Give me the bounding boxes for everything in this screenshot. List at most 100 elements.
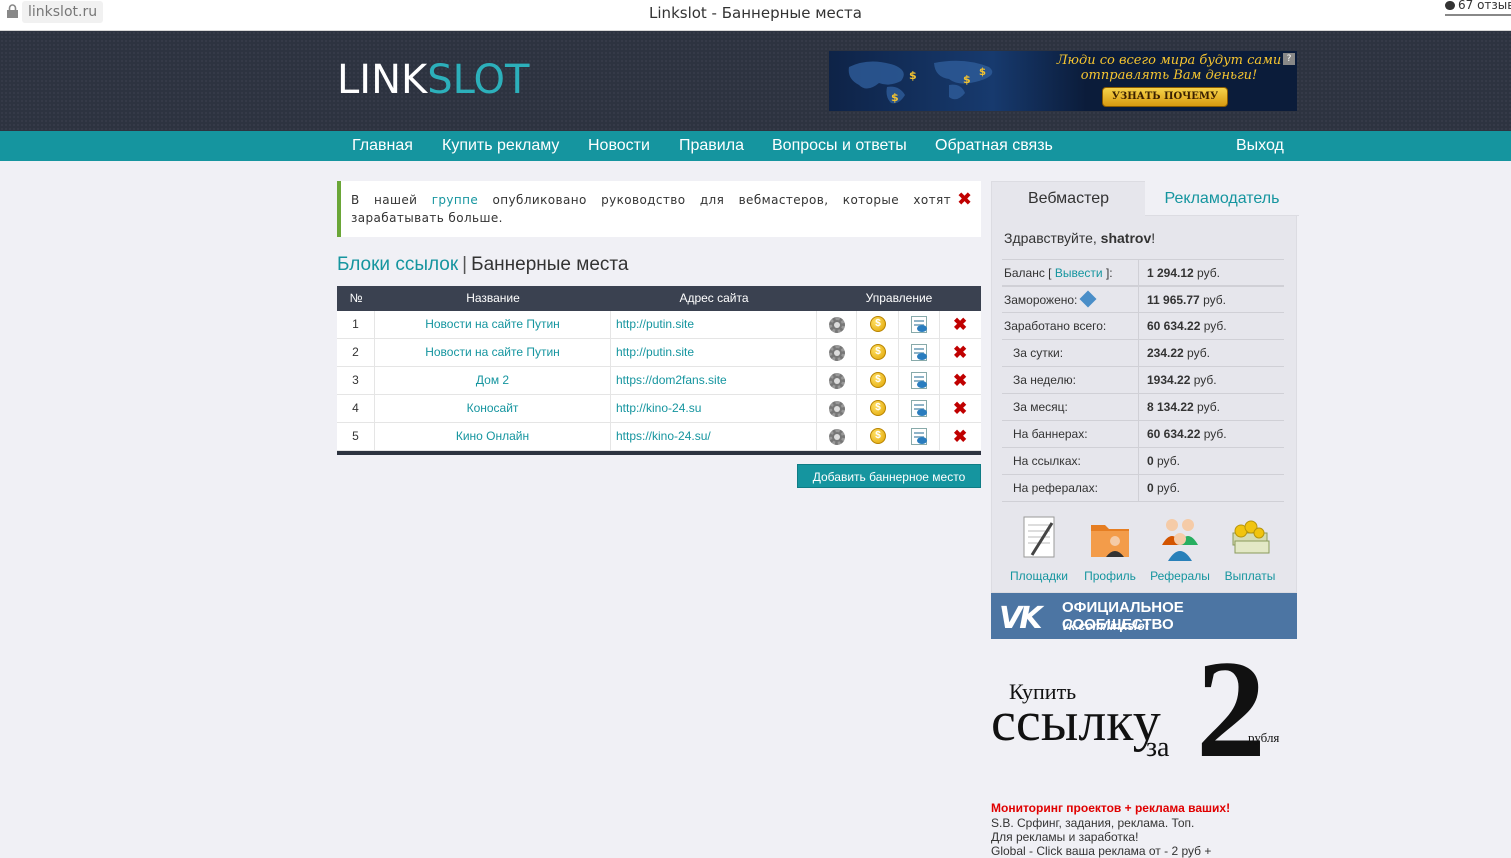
coin-icon: $: [870, 344, 886, 360]
earnings-button[interactable]: $: [857, 423, 899, 450]
earnings-button[interactable]: $: [857, 311, 899, 338]
site-name-link[interactable]: Кино Онлайн: [375, 423, 611, 450]
delete-icon: ✖: [953, 315, 968, 334]
browser-bar: linkslot.ru Linkslot - Баннерные места 6…: [0, 0, 1511, 31]
text-ad-title[interactable]: Мониторинг проектов + реклама ваших!: [991, 801, 1230, 815]
header-ad-banner[interactable]: $ $ $ $ Люди со всего мира будут сами от…: [829, 51, 1297, 111]
stat-unit: руб.: [1183, 346, 1210, 360]
delete-button[interactable]: ✖: [940, 395, 981, 422]
site-header: LINKSLOT $ $ $ $ Люди со всего мира буду…: [0, 31, 1511, 131]
stat-amount: 60 634.22: [1147, 427, 1201, 441]
stat-value: 0 руб.: [1147, 448, 1180, 474]
text-ad-line[interactable]: Global - Click ваша реклама от - 2 руб +: [991, 844, 1211, 858]
settings-button[interactable]: [817, 339, 857, 366]
shortcut-profile[interactable]: Профиль: [1075, 515, 1145, 583]
site-name-link[interactable]: Новости на сайте Путин: [375, 339, 611, 366]
stat-label: На рефералах:: [1013, 475, 1098, 501]
delete-button[interactable]: ✖: [940, 311, 981, 338]
table-row: 5 Кино Онлайн https://kino-24.su/ $ ✖: [337, 423, 981, 451]
gear-icon: [829, 345, 845, 361]
stat-amount: 1934.22: [1147, 373, 1191, 387]
greeting: Здравствуйте, shatrov!: [1004, 230, 1155, 246]
nav-logout[interactable]: Выход: [1236, 131, 1284, 161]
site-url-link[interactable]: http://putin.site: [611, 311, 817, 338]
stat-label-text: На баннерах:: [1013, 427, 1088, 441]
tab-advertiser[interactable]: Рекламодатель: [1145, 181, 1299, 216]
site-name-link[interactable]: Новости на сайте Путин: [375, 311, 611, 338]
banner-help-icon[interactable]: ?: [1283, 53, 1295, 65]
add-banner-place-button[interactable]: Добавить баннерное место: [797, 464, 981, 488]
shortcut-profile-label: Профиль: [1084, 569, 1136, 583]
settings-button[interactable]: [817, 311, 857, 338]
page-title: Linkslot - Баннерные места: [649, 4, 862, 22]
stat-value: 234.22 руб.: [1147, 340, 1210, 366]
shortcut-sites[interactable]: Площадки: [1004, 515, 1074, 583]
earnings-button[interactable]: $: [857, 395, 899, 422]
svg-text:$: $: [963, 73, 971, 86]
site-name-link[interactable]: Дом 2: [375, 367, 611, 394]
stat-amount: 8 134.22: [1147, 400, 1194, 414]
stat-label-text: На рефералах:: [1013, 481, 1098, 495]
table-row: 1 Новости на сайте Путин http://putin.site…: [337, 311, 981, 339]
site-url-link[interactable]: https://dom2fans.site: [611, 367, 817, 394]
stat-label: За сутки:: [1013, 340, 1063, 366]
stat-unit: руб.: [1200, 319, 1227, 333]
banner-cta-button[interactable]: УЗНАТЬ ПОЧЕМУ: [1102, 87, 1228, 107]
earnings-button[interactable]: $: [857, 367, 899, 394]
settings-button[interactable]: [817, 367, 857, 394]
nav-rules[interactable]: Правила: [679, 131, 744, 161]
get-code-button[interactable]: [899, 339, 940, 366]
site-url-link[interactable]: http://kino-24.su: [611, 395, 817, 422]
group-link[interactable]: группе: [432, 193, 479, 207]
site-url-link[interactable]: http://putin.site: [611, 339, 817, 366]
promo-banner[interactable]: 2 Купить ссылку за рубля: [991, 640, 1297, 782]
text-ad-line[interactable]: S.B. Срфинг, задания, реклама. Топ.: [991, 816, 1194, 830]
nav-buy-ads[interactable]: Купить рекламу: [442, 131, 559, 161]
row-number: 1: [337, 311, 375, 338]
get-code-button[interactable]: [899, 395, 940, 422]
withdraw-link[interactable]: Вывести: [1055, 266, 1103, 280]
shortcut-referrals[interactable]: Рефералы: [1145, 515, 1215, 583]
site-name-link[interactable]: Коносайт: [375, 395, 611, 422]
row-number: 5: [337, 423, 375, 450]
nav-news[interactable]: Новости: [588, 131, 650, 161]
stat-amount: 234.22: [1147, 346, 1184, 360]
stat-unit: руб.: [1193, 400, 1220, 414]
shortcut-payouts[interactable]: Выплаты: [1215, 515, 1285, 583]
get-code-button[interactable]: [899, 423, 940, 450]
delete-button[interactable]: ✖: [940, 423, 981, 450]
promo-for: за: [1146, 732, 1170, 763]
text-ad-line[interactable]: Для рекламы и заработка!: [991, 830, 1138, 844]
gear-icon: [829, 401, 845, 417]
reviews-link[interactable]: 67 отзыв: [1445, 0, 1511, 12]
info-icon[interactable]: [1079, 290, 1097, 308]
breadcrumb-link-blocks[interactable]: Блоки ссылок: [337, 254, 458, 275]
shortcut-icons: Площадки Профиль Рефералы Выплаты: [992, 515, 1298, 585]
earnings-button[interactable]: $: [857, 339, 899, 366]
nav-faq[interactable]: Вопросы и ответы: [772, 131, 907, 161]
settings-button[interactable]: [817, 395, 857, 422]
row-number: 2: [337, 339, 375, 366]
get-code-button[interactable]: [899, 367, 940, 394]
stat-value: 1934.22 руб.: [1147, 367, 1217, 393]
divider: [1138, 367, 1139, 393]
site-logo[interactable]: LINKSLOT: [337, 57, 529, 103]
stat-row: За неделю: 1934.22 руб.: [1002, 367, 1284, 394]
notice-box: В нашей группе опубликовано руководство …: [337, 181, 981, 237]
nav-feedback[interactable]: Обратная связь: [935, 131, 1053, 161]
settings-button[interactable]: [817, 423, 857, 450]
nav-home[interactable]: Главная: [352, 131, 413, 161]
stat-value: 11 965.77 руб.: [1147, 287, 1226, 313]
stat-row: На баннерах: 60 634.22 руб.: [1002, 421, 1284, 448]
divider: [1138, 340, 1139, 366]
delete-button[interactable]: ✖: [940, 339, 981, 366]
stat-label: На ссылках:: [1013, 448, 1081, 474]
stat-unit: руб.: [1190, 373, 1217, 387]
close-icon[interactable]: ✖: [957, 189, 972, 210]
shortcut-payouts-label: Выплаты: [1224, 569, 1276, 583]
site-url-link[interactable]: https://kino-24.su/: [611, 423, 817, 450]
stat-label-text: Заработано всего:: [1004, 319, 1107, 333]
tab-webmaster[interactable]: Вебмастер: [992, 182, 1145, 216]
delete-button[interactable]: ✖: [940, 367, 981, 394]
get-code-button[interactable]: [899, 311, 940, 338]
